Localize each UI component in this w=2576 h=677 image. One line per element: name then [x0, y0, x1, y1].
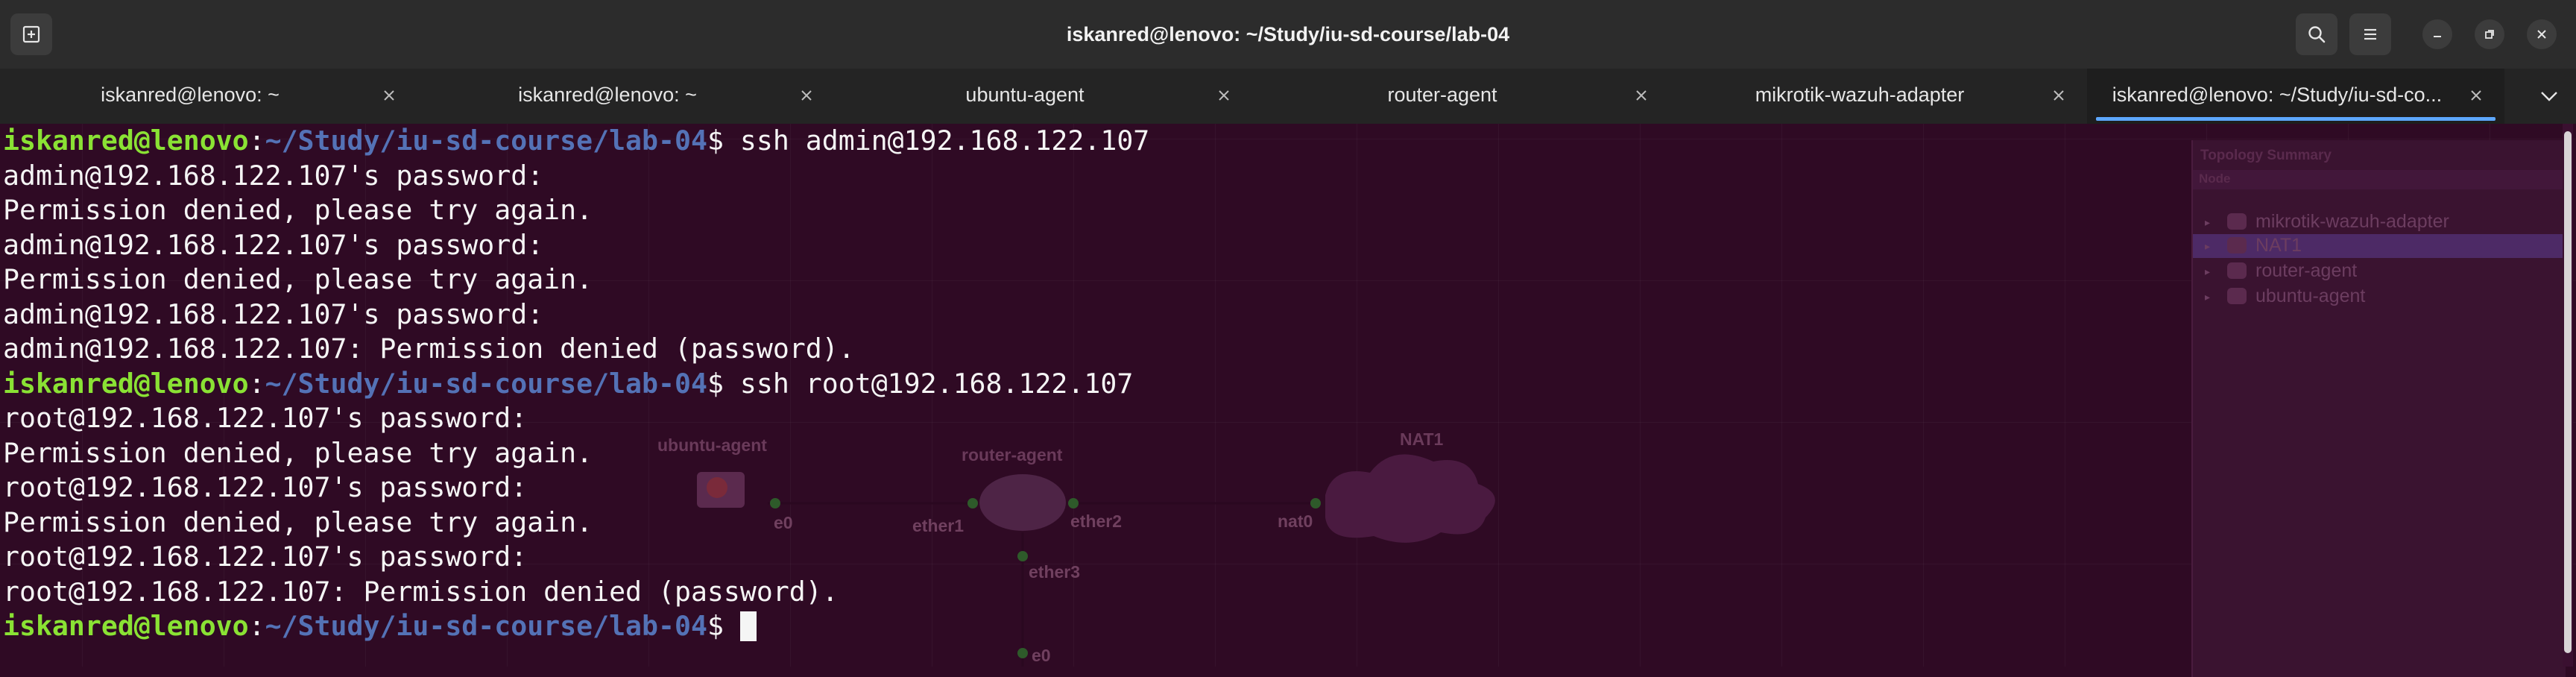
window-titlebar: iskanred@lenovo: ~/Study/iu-sd-course/la… — [0, 0, 2576, 69]
close-window-button[interactable] — [2527, 19, 2557, 49]
terminal-output-line: Permission denied, please try again. — [3, 194, 593, 226]
minimize-button[interactable] — [2422, 19, 2452, 49]
restore-icon — [2485, 30, 2494, 39]
prompt-dollar: $ — [707, 610, 724, 642]
terminal-prompt-line: iskanred@lenovo:~/Study/iu-sd-course/lab… — [3, 609, 2552, 644]
tab-label: mikrotik-wazuh-adapter — [1755, 84, 1965, 106]
prompt-command — [724, 610, 740, 642]
prompt-user: iskanred@lenovo — [3, 610, 249, 642]
tab-close-icon[interactable] — [2467, 86, 2485, 104]
prompt-path: ~/Study/iu-sd-course/lab-04 — [265, 367, 707, 400]
terminal-output-line: root@192.168.122.107's password: — [3, 471, 528, 503]
close-icon — [2537, 30, 2546, 39]
prompt-path: ~/Study/iu-sd-course/lab-04 — [265, 610, 707, 642]
tab-close-icon[interactable] — [2050, 86, 2068, 104]
tab-label: iskanred@lenovo: ~ — [518, 84, 697, 106]
terminal-output-line: root@192.168.122.107's password: — [3, 402, 528, 434]
hamburger-menu-icon — [2364, 28, 2376, 40]
tab-3[interactable]: ubuntu-agent — [835, 69, 1252, 124]
tab-label: iskanred@lenovo: ~/Study/iu-sd-co... — [2112, 84, 2443, 106]
terminal-output-line: Permission denied, please try again. — [3, 436, 593, 469]
tab-label: ubuntu-agent — [965, 84, 1085, 106]
tab-1[interactable]: iskanred@lenovo: ~ — [0, 69, 417, 124]
tab-close-icon[interactable] — [380, 86, 398, 104]
terminal-output-line: root@192.168.122.107: Permission denied … — [3, 575, 839, 608]
prompt-command: ssh admin@192.168.122.107 — [723, 125, 1150, 157]
terminal-output-line: admin@192.168.122.107: Permission denied… — [3, 333, 855, 365]
terminal-prompt-line: iskanred@lenovo:~/Study/iu-sd-course/lab… — [3, 124, 2552, 159]
terminal-prompt-line: iskanred@lenovo:~/Study/iu-sd-course/lab… — [3, 367, 2552, 402]
chevron-down-icon[interactable] — [2533, 84, 2566, 109]
prompt-path: ~/Study/iu-sd-course/lab-04 — [265, 125, 707, 157]
minimize-icon — [2434, 36, 2441, 37]
tab-label: iskanred@lenovo: ~ — [101, 84, 280, 106]
tab-4[interactable]: router-agent — [1252, 69, 1670, 124]
search-button[interactable] — [2296, 13, 2337, 55]
active-tab-indicator — [2096, 117, 2496, 121]
tab-close-icon[interactable] — [1215, 86, 1233, 104]
terminal-output-line: Permission denied, please try again. — [3, 263, 593, 295]
prompt-separator: : — [248, 125, 265, 157]
menu-button[interactable] — [2349, 13, 2391, 55]
terminal-output-line: admin@192.168.122.107's password: — [3, 228, 544, 261]
iface-e0-bottom: e0 — [1032, 646, 1051, 665]
prompt-dollar: $ — [707, 125, 724, 157]
search-icon — [2308, 26, 2326, 43]
terminal-output-line: admin@192.168.122.107's password: — [3, 297, 544, 330]
tab-bar: iskanred@lenovo: ~ iskanred@lenovo: ~ ub… — [0, 69, 2576, 124]
tab-label: router-agent — [1387, 84, 1497, 106]
terminal-output-line: root@192.168.122.107's password: — [3, 541, 528, 573]
terminal-output[interactable]: iskanred@lenovo:~/Study/iu-sd-course/lab… — [3, 124, 2552, 644]
prompt-user: iskanred@lenovo — [3, 367, 249, 400]
terminal-output-line: Permission denied, please try again. — [3, 506, 593, 538]
prompt-separator: : — [248, 610, 265, 642]
tab-6-active[interactable]: iskanred@lenovo: ~/Study/iu-sd-co... — [2087, 69, 2504, 124]
prompt-command: ssh root@192.168.122.107 — [723, 367, 1134, 400]
terminal-scrollbar-thumb[interactable] — [2564, 131, 2572, 653]
prompt-user: iskanred@lenovo — [3, 125, 249, 157]
tab-close-icon[interactable] — [1632, 86, 1650, 104]
prompt-dollar: $ — [707, 367, 724, 400]
tab-close-icon[interactable] — [798, 86, 815, 104]
tab-2[interactable]: iskanred@lenovo: ~ — [417, 69, 835, 124]
restore-button[interactable] — [2475, 19, 2504, 49]
tab-5[interactable]: mikrotik-wazuh-adapter — [1670, 69, 2087, 124]
prompt-separator: : — [248, 367, 265, 400]
window-title: iskanred@lenovo: ~/Study/iu-sd-course/la… — [1066, 23, 1510, 45]
terminal-cursor — [739, 611, 757, 641]
terminal-output-line: admin@192.168.122.107's password: — [3, 159, 544, 192]
